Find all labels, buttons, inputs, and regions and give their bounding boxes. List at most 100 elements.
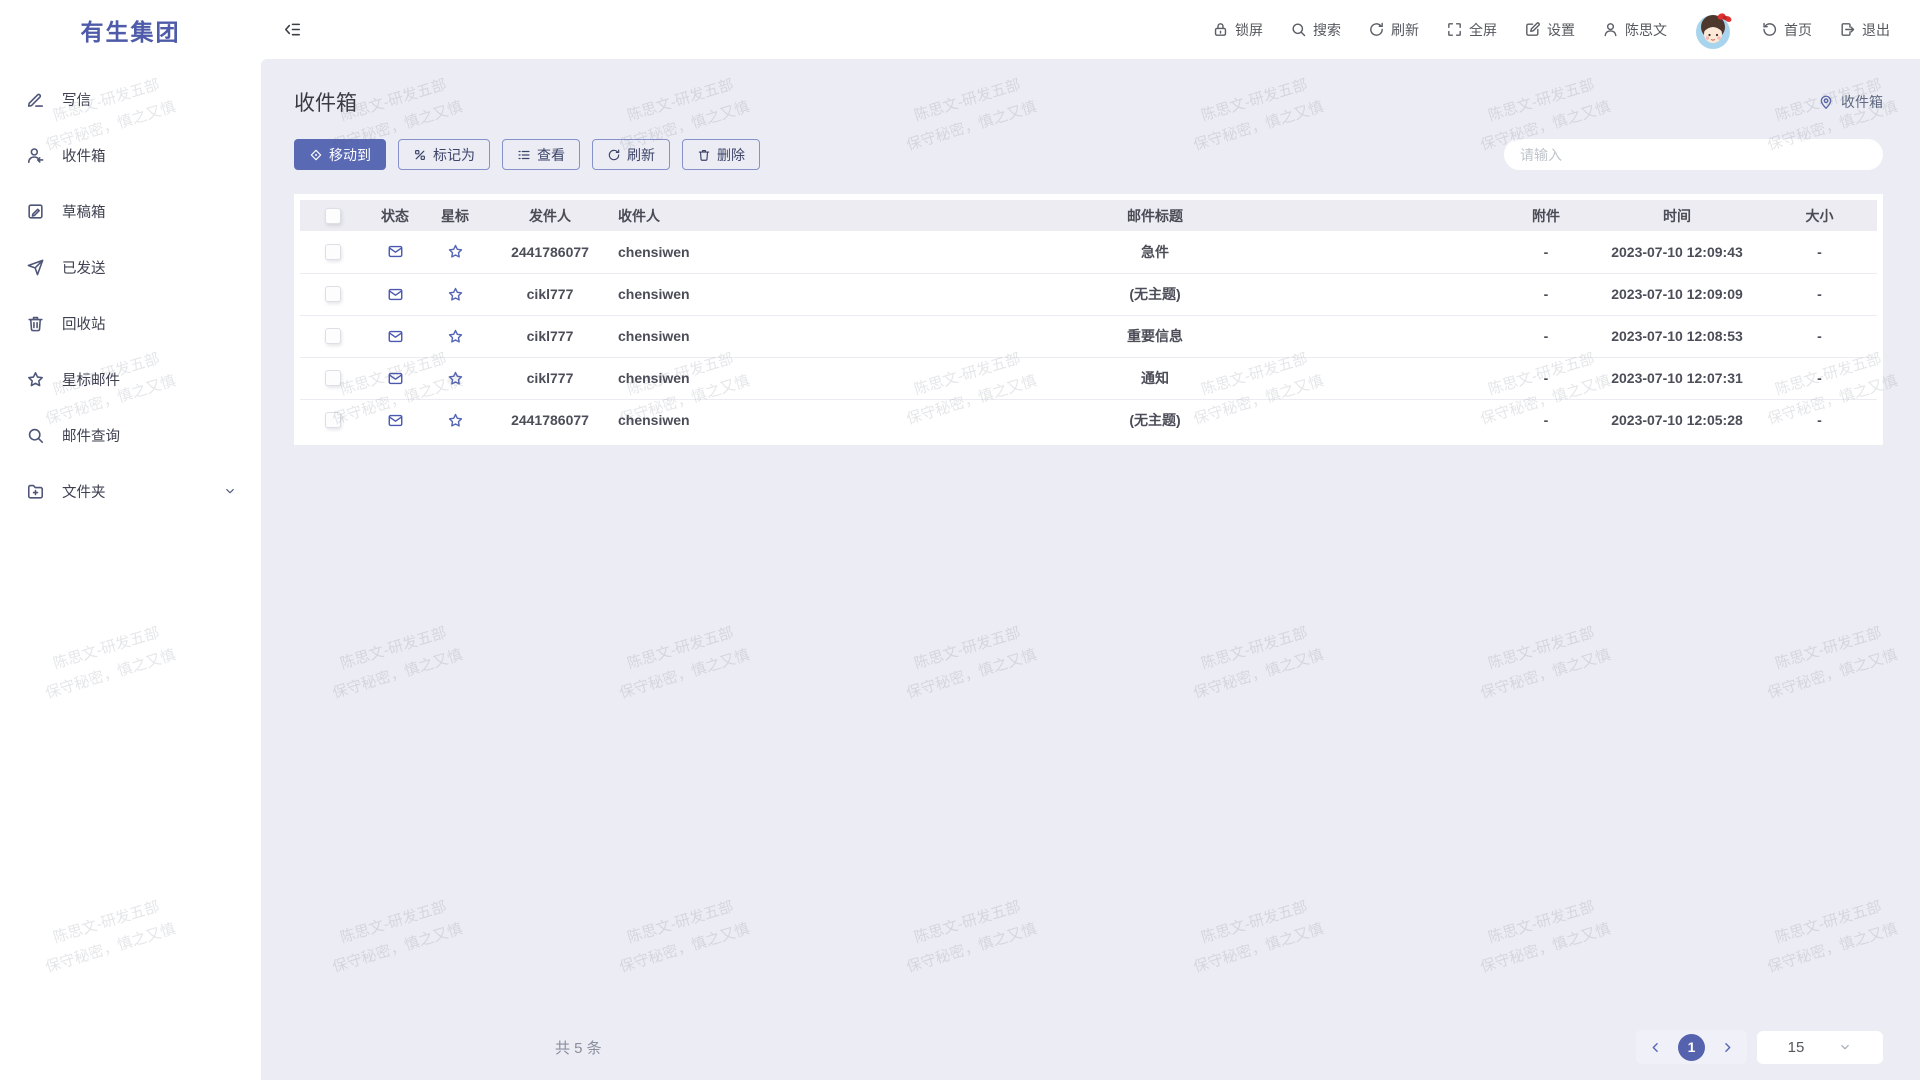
brand-logo: 有生集团 xyxy=(0,13,261,47)
pagination: 1 xyxy=(1636,1030,1747,1064)
sidebar-item-label: 文件夹 xyxy=(62,481,206,502)
delete-button[interactable]: 删除 xyxy=(682,139,760,170)
cell-size: - xyxy=(1762,231,1877,273)
logout-button[interactable]: 退出 xyxy=(1839,20,1890,40)
delete-label: 删除 xyxy=(717,145,745,165)
table-row[interactable]: cikl777 chensiwen (无主题) - 2023-07-10 12:… xyxy=(300,273,1877,315)
user-name: 陈思文 xyxy=(1625,20,1667,40)
cell-attachment: - xyxy=(1500,231,1592,273)
page-number-button[interactable]: 1 xyxy=(1678,1034,1705,1061)
sidebar-item-drafts[interactable]: 草稿箱 xyxy=(0,183,261,239)
sidebar-item-compose[interactable]: 写信 xyxy=(0,71,261,127)
row-checkbox[interactable] xyxy=(325,286,341,302)
settings-button[interactable]: 设置 xyxy=(1524,20,1575,40)
refresh-icon xyxy=(1368,21,1385,38)
content-header: 收件箱 收件箱 xyxy=(261,59,1920,117)
move-to-label: 移动到 xyxy=(329,145,371,165)
sidebar-item-label: 草稿箱 xyxy=(62,201,237,222)
mail-search-icon xyxy=(26,426,45,445)
mail-table-container: 状态 星标 发件人 收件人 邮件标题 附件 时间 大小 2441786077 c… xyxy=(294,194,1883,445)
refresh-list-button[interactable]: 刷新 xyxy=(592,139,670,170)
settings-label: 设置 xyxy=(1547,20,1575,40)
table-row[interactable]: 2441786077 chensiwen (无主题) - 2023-07-10 … xyxy=(300,399,1877,441)
cell-time: 2023-07-10 12:08:53 xyxy=(1592,315,1762,357)
list-footer: 共 5 条 1 15 xyxy=(555,1030,1883,1064)
sidebar-item-sent[interactable]: 已发送 xyxy=(0,239,261,295)
cell-subject: 通知 xyxy=(810,357,1500,399)
cell-attachment: - xyxy=(1500,399,1592,441)
sidebar-collapse-button[interactable] xyxy=(283,20,302,39)
cell-sender: cikl777 xyxy=(486,357,614,399)
star-toggle-icon[interactable] xyxy=(424,243,486,260)
page-title: 收件箱 xyxy=(294,87,357,117)
prev-page-button[interactable] xyxy=(1648,1040,1663,1055)
sidebar-item-label: 星标邮件 xyxy=(62,369,237,390)
column-header-time: 时间 xyxy=(1592,200,1762,231)
sidebar-item-mail-search[interactable]: 邮件查询 xyxy=(0,407,261,463)
refresh-icon xyxy=(607,148,621,162)
sidebar-item-label: 写信 xyxy=(62,89,237,110)
fullscreen-label: 全屏 xyxy=(1469,20,1497,40)
cell-sender: cikl777 xyxy=(486,315,614,357)
mail-status-icon xyxy=(366,412,424,429)
trash-icon xyxy=(26,314,45,333)
mail-filter-input[interactable] xyxy=(1504,139,1883,170)
row-checkbox[interactable] xyxy=(325,412,341,428)
table-row[interactable]: cikl777 chensiwen 重要信息 - 2023-07-10 12:0… xyxy=(300,315,1877,357)
row-checkbox[interactable] xyxy=(325,244,341,260)
chevron-down-icon xyxy=(223,484,237,498)
mail-toolbar: 移动到 标记为 查看 刷新 xyxy=(261,117,1920,170)
fullscreen-button[interactable]: 全屏 xyxy=(1446,20,1497,40)
compose-icon xyxy=(26,90,45,109)
column-header-star: 星标 xyxy=(424,200,486,231)
table-row[interactable]: 2441786077 chensiwen 急件 - 2023-07-10 12:… xyxy=(300,231,1877,273)
sidebar-item-trash[interactable]: 回收站 xyxy=(0,295,261,351)
topbar-actions: 锁屏 搜索 刷新 全屏 xyxy=(1212,10,1920,50)
sidebar-item-folders[interactable]: 文件夹 xyxy=(0,463,261,519)
cell-recipient: chensiwen xyxy=(614,315,810,357)
global-search-button[interactable]: 搜索 xyxy=(1290,20,1341,40)
sidebar-item-starred[interactable]: 星标邮件 xyxy=(0,351,261,407)
home-button[interactable]: 首页 xyxy=(1761,20,1812,40)
topbar: 有生集团 锁屏 搜索 xyxy=(0,0,1920,59)
lock-screen-button[interactable]: 锁屏 xyxy=(1212,20,1263,40)
cell-size: - xyxy=(1762,399,1877,441)
page-refresh-button[interactable]: 刷新 xyxy=(1368,20,1419,40)
move-to-button[interactable]: 移动到 xyxy=(294,139,386,170)
page-refresh-label: 刷新 xyxy=(1391,20,1419,40)
view-button[interactable]: 查看 xyxy=(502,139,580,170)
avatar[interactable] xyxy=(1694,10,1734,50)
next-page-button[interactable] xyxy=(1720,1040,1735,1055)
star-toggle-icon[interactable] xyxy=(424,328,486,345)
star-toggle-icon[interactable] xyxy=(424,286,486,303)
mark-as-button[interactable]: 标记为 xyxy=(398,139,490,170)
cell-sender: 2441786077 xyxy=(486,399,614,441)
cell-recipient: chensiwen xyxy=(614,273,810,315)
cell-sender: 2441786077 xyxy=(486,231,614,273)
star-toggle-icon[interactable] xyxy=(424,370,486,387)
star-toggle-icon[interactable] xyxy=(424,412,486,429)
cell-size: - xyxy=(1762,315,1877,357)
current-user-button[interactable]: 陈思文 xyxy=(1602,20,1667,40)
row-checkbox[interactable] xyxy=(325,328,341,344)
cell-subject: (无主题) xyxy=(810,273,1500,315)
breadcrumb: 收件箱 xyxy=(1818,92,1883,112)
lock-screen-label: 锁屏 xyxy=(1235,20,1263,40)
cell-sender: cikl777 xyxy=(486,273,614,315)
mail-table: 状态 星标 发件人 收件人 邮件标题 附件 时间 大小 2441786077 c… xyxy=(300,200,1877,441)
cell-size: - xyxy=(1762,357,1877,399)
select-all-checkbox[interactable] xyxy=(325,208,341,224)
row-checkbox[interactable] xyxy=(325,370,341,386)
move-to-icon xyxy=(309,148,323,162)
table-row[interactable]: cikl777 chensiwen 通知 - 2023-07-10 12:07:… xyxy=(300,357,1877,399)
search-icon xyxy=(1290,21,1307,38)
column-header-status: 状态 xyxy=(366,200,424,231)
cell-subject: (无主题) xyxy=(810,399,1500,441)
fullscreen-icon xyxy=(1446,21,1463,38)
cell-time: 2023-07-10 12:09:09 xyxy=(1592,273,1762,315)
sent-icon xyxy=(26,258,45,277)
sidebar-item-inbox[interactable]: 收件箱 xyxy=(0,127,261,183)
page-size-select[interactable]: 15 xyxy=(1757,1031,1883,1064)
global-search-label: 搜索 xyxy=(1313,20,1341,40)
mark-as-icon xyxy=(413,148,427,162)
